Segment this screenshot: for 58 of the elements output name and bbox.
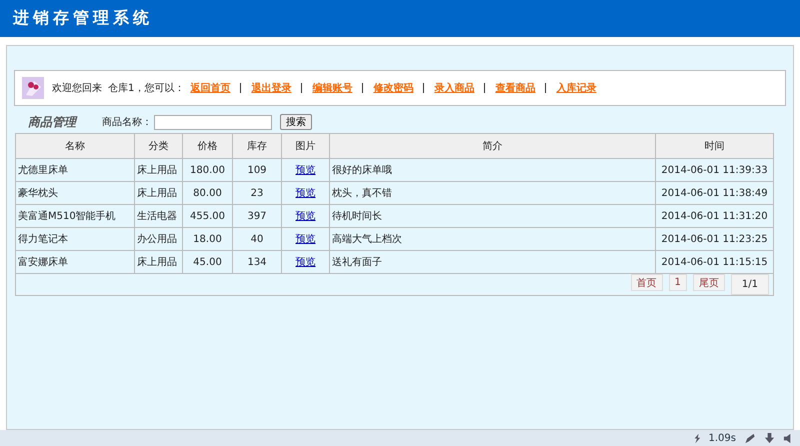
table-cell: 18.00 xyxy=(193,234,222,244)
table-cell: 办公用品 xyxy=(137,234,177,245)
preview-link[interactable]: 预览 xyxy=(296,188,316,199)
first-page-button[interactable]: 首页 xyxy=(630,274,663,291)
table-cell: 455.00 xyxy=(190,210,225,222)
column-header: 名称 xyxy=(16,134,134,158)
table-cell: 80.00 xyxy=(193,188,222,198)
preview-link[interactable]: 预览 xyxy=(296,257,316,268)
download-icon[interactable] xyxy=(764,432,775,444)
avatar-icon xyxy=(22,77,44,99)
table-cell: 床上用品 xyxy=(137,188,177,199)
table-cell: 45.00 xyxy=(193,256,222,268)
table-cell: 豪华枕头 xyxy=(18,188,58,199)
table-cell: 生活电器 xyxy=(137,211,177,222)
column-header: 图片 xyxy=(282,134,330,158)
app-title: 进销存管理系统 xyxy=(13,8,153,29)
search-label: 商品名称： xyxy=(102,116,152,129)
table-cell: 2014-06-01 11:31:20 xyxy=(661,210,768,222)
table-cell: 高端大气上档次 xyxy=(332,234,402,245)
column-header: 简介 xyxy=(330,134,656,158)
table-cell: 109 xyxy=(247,164,267,176)
table-cell: 床上用品 xyxy=(137,165,177,176)
table-cell: 富安娜床单 xyxy=(18,257,68,268)
column-header: 价格 xyxy=(182,134,232,158)
table-cell: 尤德里床单 xyxy=(18,165,68,176)
table-cell: 很好的床单哦 xyxy=(332,165,392,176)
preview-link[interactable]: 预览 xyxy=(296,211,316,222)
table-cell: 23 xyxy=(250,188,264,198)
table-cell: 180.00 xyxy=(190,164,225,176)
table-cell: 2014-06-01 11:15:15 xyxy=(661,256,768,268)
user-text: 仓库1，您可以： xyxy=(108,82,184,95)
page-info: 1/1 xyxy=(730,274,769,295)
lightning-icon xyxy=(692,432,701,444)
preview-link[interactable]: 预览 xyxy=(296,234,316,245)
table-cell: 134 xyxy=(247,256,267,268)
table-cell: 2014-06-01 11:39:33 xyxy=(661,164,768,176)
section-title: 商品管理 xyxy=(28,114,76,130)
table-cell: 待机时间长 xyxy=(332,211,382,222)
column-header: 分类 xyxy=(134,134,182,158)
page-button[interactable]: 1 xyxy=(668,274,687,291)
table-cell: 40 xyxy=(250,234,264,244)
table-cell: 2014-06-01 11:23:25 xyxy=(661,234,768,244)
table-cell: 得力笔记本 xyxy=(18,234,68,245)
table-cell: 2014-06-01 11:38:49 xyxy=(661,188,768,198)
table-cell: 美富通M510智能手机 xyxy=(18,211,116,222)
column-header: 时间 xyxy=(656,134,774,158)
last-page-button[interactable]: 尾页 xyxy=(692,274,725,291)
table-cell: 枕头，真不错 xyxy=(332,188,392,199)
preview-link[interactable]: 预览 xyxy=(296,165,316,176)
column-header: 库存 xyxy=(232,134,282,158)
pen-icon[interactable] xyxy=(744,432,756,444)
table-cell: 397 xyxy=(247,210,267,222)
search-field[interactable] xyxy=(154,114,272,130)
load-time: 1.09s xyxy=(708,432,736,444)
table-cell: 送礼有面子 xyxy=(332,257,382,268)
table-cell: 床上用品 xyxy=(137,257,177,268)
search-button[interactable]: 搜索 xyxy=(280,114,312,130)
welcome-text: 欢迎您回来 xyxy=(52,82,102,95)
